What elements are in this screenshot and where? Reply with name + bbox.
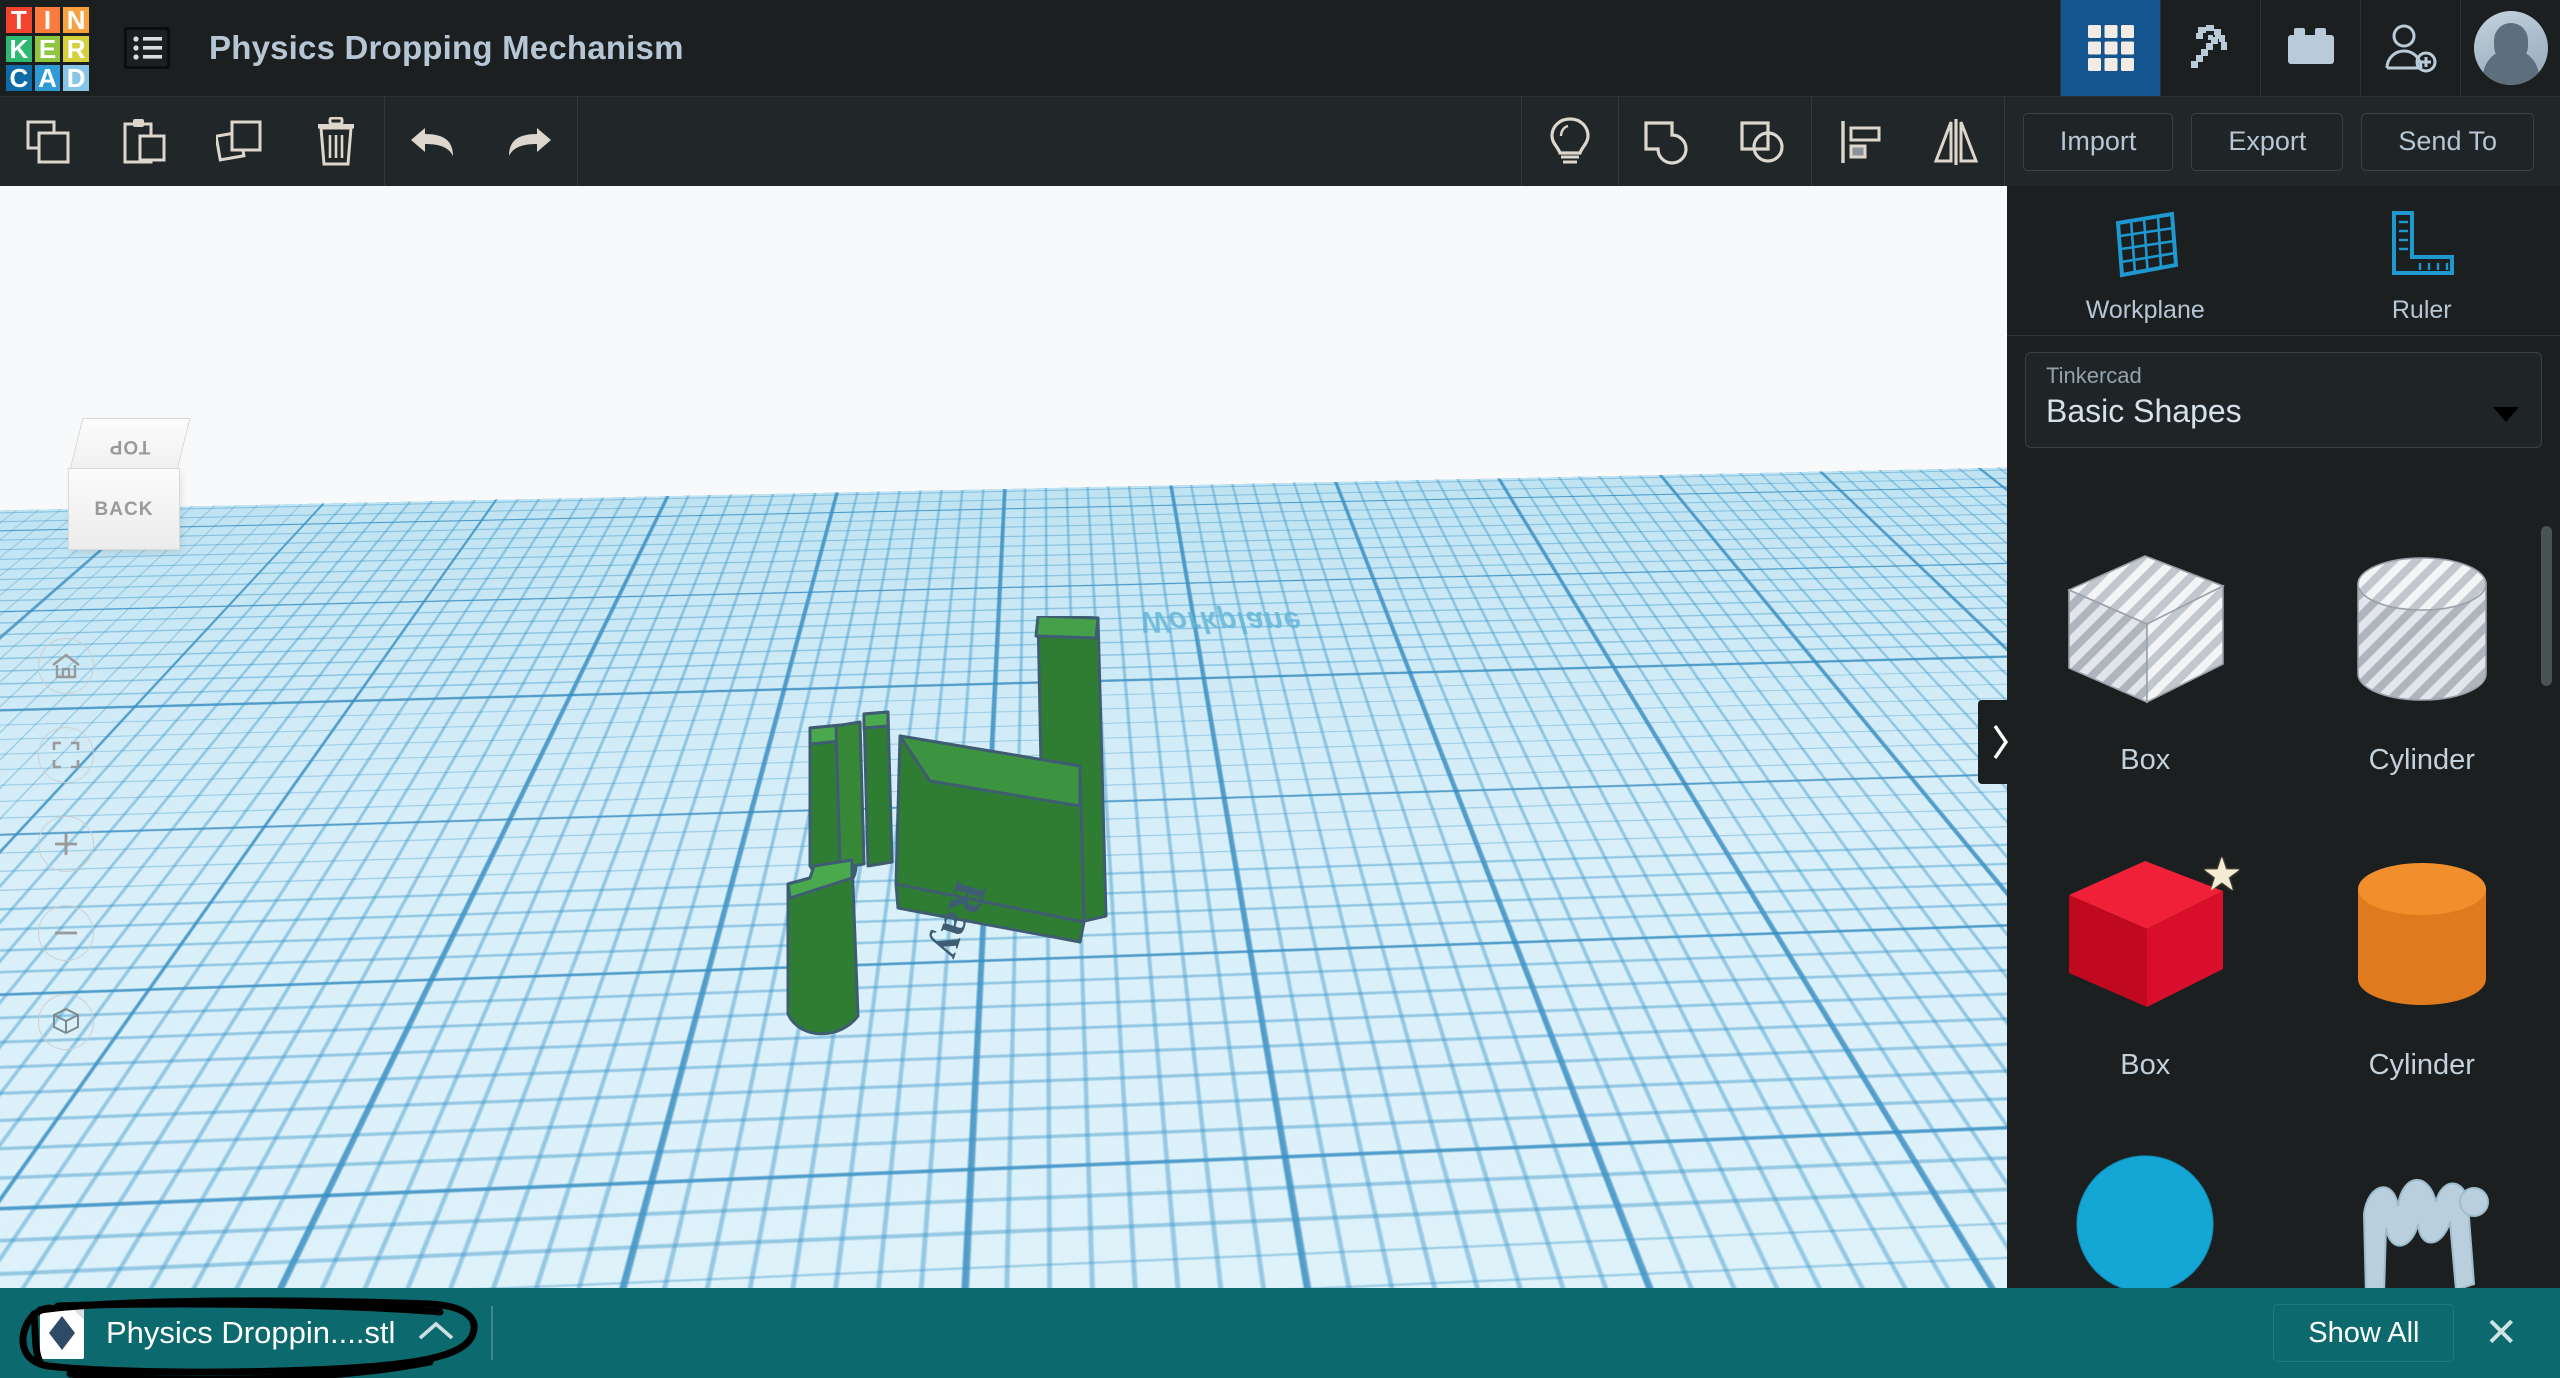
workplane-icon	[2110, 207, 2180, 286]
mirror-icon[interactable]	[1908, 97, 2004, 187]
duplicate-icon[interactable]	[192, 97, 288, 187]
trash-icon[interactable]	[288, 97, 384, 187]
download-file-chip[interactable]: Physics Droppin....stl	[30, 1302, 519, 1364]
viewport-nav-controls	[38, 638, 94, 1050]
panel-tools-row: Workplane Ruler	[2007, 186, 2560, 336]
send-to-button[interactable]: Send To	[2361, 113, 2534, 171]
shape-item-hole-cylinder[interactable]: Cylinder	[2284, 534, 2560, 839]
pickaxe-icon[interactable]	[2160, 0, 2260, 96]
model-physics-dropping-mechanism[interactable]: Ray	[780, 616, 1200, 1086]
top-bar: T I N K E R C A D Physics Dropping Mecha…	[0, 0, 2560, 96]
edit-toolbar: Import Export Send To	[0, 96, 2560, 186]
panel-collapse-toggle[interactable]	[1978, 700, 2022, 784]
download-file-name: Physics Droppin....stl	[106, 1315, 395, 1351]
ruler-tool[interactable]: Ruler	[2284, 186, 2560, 335]
shape-item-hole-box[interactable]: Box	[2007, 534, 2284, 839]
logo-tile: A	[35, 65, 61, 91]
shape-label: Box	[2120, 1049, 2170, 1082]
view-cube-front-face[interactable]: BACK	[68, 468, 180, 550]
workplane-tool-label: Workplane	[2086, 296, 2205, 325]
logo-tile: R	[63, 36, 89, 62]
zoom-in-icon[interactable]	[38, 816, 94, 872]
export-button[interactable]: Export	[2191, 113, 2343, 171]
logo-tile: E	[35, 36, 61, 62]
workplane-tool[interactable]: Workplane	[2007, 186, 2284, 335]
shape-item-solid-sphere[interactable]	[2007, 1144, 2284, 1288]
view-cube[interactable]: TOP BACK	[62, 418, 194, 566]
panel-scrollbar[interactable]	[2541, 526, 2552, 686]
shape-label: Box	[2120, 744, 2170, 777]
shape-grid: Box Cylinder ★ B	[2007, 516, 2560, 1288]
undo-icon[interactable]	[385, 97, 481, 187]
avatar[interactable]	[2460, 0, 2560, 96]
shape-item-solid-box[interactable]: ★ Box	[2007, 839, 2284, 1144]
add-person-icon[interactable]	[2360, 0, 2460, 96]
shape-row	[2007, 1144, 2560, 1288]
page-title: Physics Dropping Mechanism	[209, 29, 684, 67]
shape-row: ★ Box Cylinder	[2007, 839, 2560, 1144]
tinkercad-logo[interactable]: T I N K E R C A D	[0, 1, 95, 96]
logo-tile: I	[35, 7, 61, 33]
stl-file-icon	[40, 1307, 84, 1359]
shape-label: Cylinder	[2369, 744, 2475, 777]
ungroup-icon[interactable]	[1715, 97, 1811, 187]
toolbar-divider	[577, 97, 578, 187]
ortho-perspective-icon[interactable]	[38, 994, 94, 1050]
shape-label: Cylinder	[2369, 1049, 2475, 1082]
shape-item-scribble[interactable]	[2284, 1144, 2560, 1288]
group-icon[interactable]	[1619, 97, 1715, 187]
logo-tile: K	[6, 36, 32, 62]
logo-tile: C	[6, 65, 32, 91]
view-cube-top-label: TOP	[77, 435, 183, 457]
show-all-button[interactable]: Show All	[2273, 1304, 2454, 1362]
hamburger-list-icon[interactable]	[117, 22, 177, 74]
shape-item-solid-cylinder[interactable]: Cylinder	[2284, 839, 2560, 1144]
library-name-label: Basic Shapes	[2046, 393, 2521, 430]
redo-icon[interactable]	[481, 97, 577, 187]
align-icon[interactable]	[1812, 97, 1908, 187]
logo-tile: T	[6, 7, 32, 33]
zoom-out-icon[interactable]	[38, 905, 94, 961]
history-tool-group	[385, 97, 577, 187]
import-button[interactable]: Import	[2023, 113, 2174, 171]
toolbar-divider	[2004, 97, 2005, 187]
chevron-down-icon	[2493, 407, 2519, 422]
lego-brick-icon[interactable]	[2260, 0, 2360, 96]
download-bar-actions: Show All ✕	[2273, 1304, 2518, 1362]
download-bar: Physics Droppin....stl Show All ✕	[0, 1288, 2560, 1378]
close-icon[interactable]: ✕	[2484, 1313, 2518, 1353]
home-view-icon[interactable]	[38, 638, 94, 694]
top-right-nav	[2060, 0, 2560, 96]
chip-divider	[491, 1306, 493, 1360]
grid-apps-icon[interactable]	[2060, 0, 2160, 96]
lightbulb-icon[interactable]	[1522, 97, 1618, 187]
library-owner-label: Tinkercad	[2046, 363, 2521, 389]
edit-tool-group	[0, 97, 384, 187]
right-panel: Workplane Ruler Tinkercad	[2007, 186, 2560, 1288]
shape-library-select[interactable]: Tinkercad Basic Shapes	[2025, 352, 2542, 448]
favorite-star-icon: ★	[2201, 847, 2242, 901]
view-cube-top-face[interactable]: TOP	[70, 418, 191, 470]
fit-to-view-icon[interactable]	[38, 727, 94, 783]
logo-tile: N	[63, 7, 89, 33]
chevron-up-icon[interactable]	[417, 1319, 455, 1348]
copy-icon[interactable]	[0, 97, 96, 187]
ruler-icon	[2386, 207, 2458, 286]
view-cube-front-label: BACK	[69, 499, 179, 521]
ruler-tool-label: Ruler	[2392, 296, 2452, 325]
shape-row: Box Cylinder	[2007, 534, 2560, 839]
paste-icon[interactable]	[96, 97, 192, 187]
logo-tile: D	[63, 65, 89, 91]
3d-viewport[interactable]: Workplane	[0, 186, 2007, 1288]
